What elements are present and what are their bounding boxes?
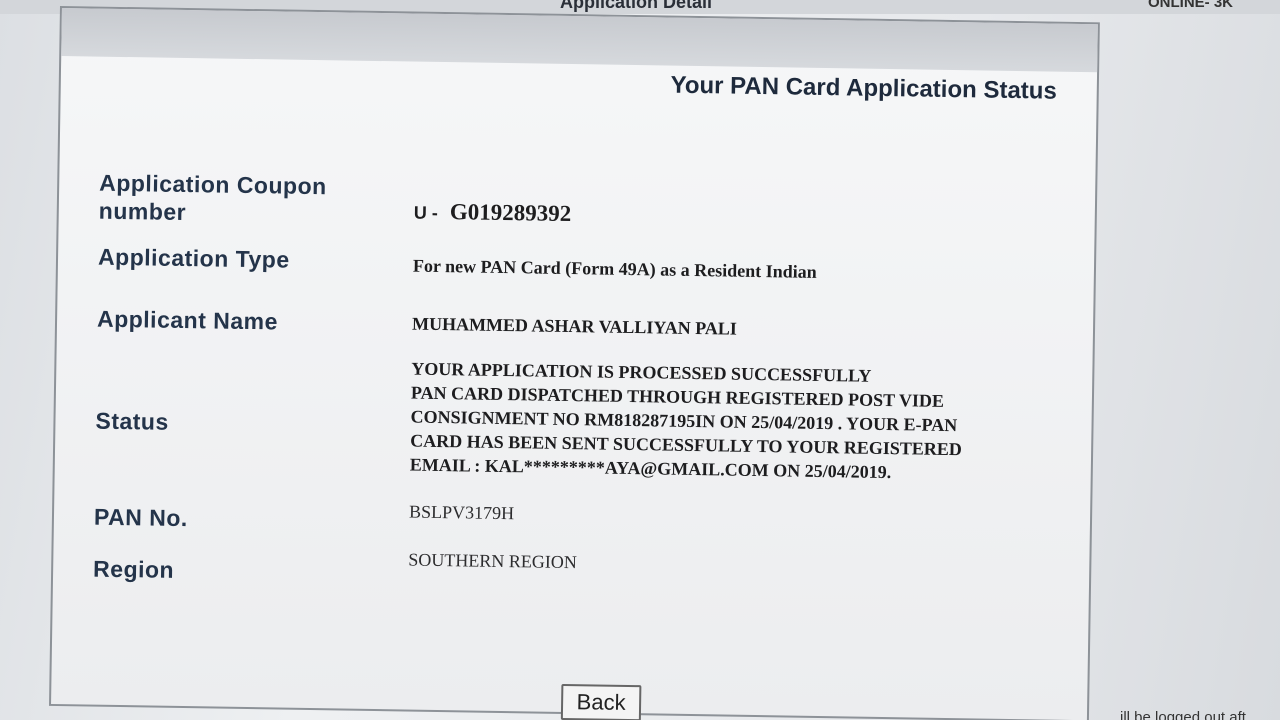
application-type-label: Application Type <box>97 243 290 273</box>
screen: Application Detail ONLINE- 3K ill be log… <box>0 0 1280 720</box>
window-title: Application Detail <box>560 0 713 12</box>
session-notice: ill be logged out aft <box>1120 709 1246 720</box>
application-type-value: For new PAN Card (Form 49A) as a Residen… <box>412 255 817 282</box>
coupon-value-wrap: U - G019289392 <box>413 199 572 227</box>
pan-number-value: BSLPV3179H <box>408 501 515 524</box>
corner-text: ONLINE- 3K <box>1148 0 1234 11</box>
panel-header-bar <box>61 8 1098 73</box>
application-status-panel: Your PAN Card Application Status Applica… <box>49 6 1100 720</box>
pan-number-label: PAN No. <box>93 503 188 532</box>
coupon-label: Application Coupon number <box>98 169 327 226</box>
region-value: SOUTHERN REGION <box>408 549 577 573</box>
applicant-name-label: Applicant Name <box>96 305 279 335</box>
coupon-number: G019289392 <box>449 199 572 227</box>
status-label: Status <box>95 407 169 435</box>
status-value: YOUR APPLICATION IS PROCESSED SUCCESSFUL… <box>410 357 963 486</box>
page-title: Your PAN Card Application Status <box>670 71 1057 105</box>
region-label: Region <box>92 555 175 583</box>
applicant-name-value: MUHAMMED ASHAR VALLIYAN PALI <box>411 313 738 339</box>
coupon-prefix: U - <box>413 202 438 223</box>
back-button[interactable]: Back <box>560 683 642 720</box>
